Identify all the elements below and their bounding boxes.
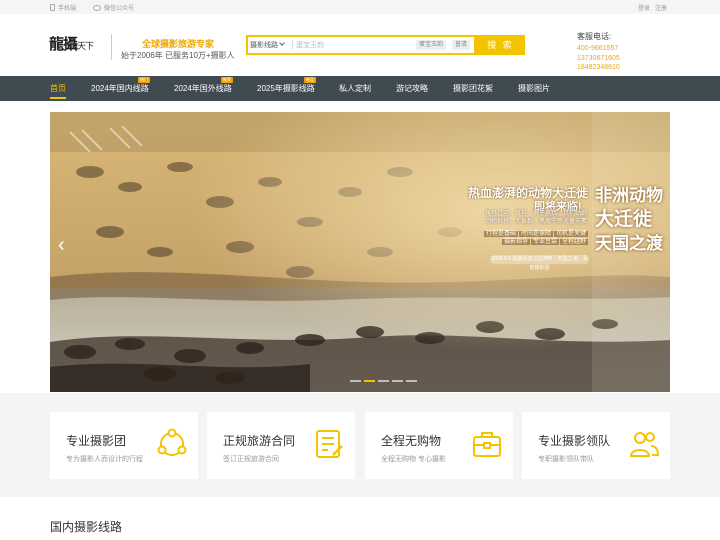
nav-item-highlights[interactable]: 摄影团花絮 (453, 76, 493, 101)
feature-card-pro-leader[interactable]: 专业摄影领队 专职摄影领队带队 (522, 412, 670, 479)
feature-card-pro-tour[interactable]: 专业摄影团 专为摄影人而设计的行程 (50, 412, 198, 479)
nav-badge: 推荐 (221, 77, 233, 83)
slogan: 全球摄影旅游专家 (142, 39, 215, 49)
banner-tag: 时间是保障 (518, 231, 553, 237)
login-link[interactable]: 登录 (638, 3, 650, 12)
wechat-icon (93, 4, 101, 11)
register-link[interactable]: 注册 (655, 3, 667, 12)
banner-tag: 全程越野 (559, 239, 588, 245)
service-phones: 客服电话: 400-9661557 13730671605 1848234861… (577, 31, 620, 73)
nav-item-custom[interactable]: 私人定制 (339, 76, 371, 101)
features-section: 专业摄影团 专为摄影人而设计的行程 正规旅游合同 签订正规旅游合同 全程无购物 … (0, 393, 720, 497)
nav-item-routes-2025[interactable]: 2025年摄影线路 新品 (257, 76, 316, 101)
contract-icon (316, 430, 343, 458)
banner-dot[interactable] (406, 380, 417, 382)
search-box: 摄影线路 蛋宝玉韵 普清 (246, 35, 476, 55)
banner-tag: 摄影指导 (501, 239, 530, 245)
chevron-down-icon (279, 40, 285, 46)
phone-number[interactable]: 13730671605 (577, 54, 620, 64)
share-circle-icon (157, 428, 187, 456)
nav-badge: 新品 (304, 77, 316, 83)
since-text: 始于2006年 已服务10万+摄影人 (121, 51, 235, 60)
feature-title: 专业摄影团 (66, 434, 127, 448)
nav-item-photos[interactable]: 摄影图片 (518, 76, 550, 101)
hero-banner[interactable]: 热血澎湃的动物大迁徙 即将来临! 角马过河、斑马、狮子捕猎、猎豹姑娘 动物群移、… (50, 112, 670, 392)
search-category-select[interactable]: 摄影线路 (250, 40, 285, 50)
search-button[interactable]: 搜 索 (476, 35, 525, 55)
logo-divider (111, 34, 112, 60)
feature-title: 正规旅游合同 (223, 434, 296, 448)
feature-desc: 专职摄影领队带队 (538, 456, 594, 463)
banner-prev-arrow[interactable]: ‹ (58, 234, 65, 257)
site-logo[interactable]: 龍攝天下 (49, 33, 94, 54)
mobile-link[interactable]: 手机端 (50, 3, 76, 12)
nav-badge: 热门 (138, 77, 150, 83)
search-input[interactable] (296, 39, 406, 51)
feature-title: 专业摄影领队 (538, 434, 611, 448)
phone-number[interactable]: 400-9661557 (577, 44, 620, 54)
feature-desc: 全程无购物 专心摄影 (381, 456, 446, 463)
banner-pagination (350, 380, 417, 382)
feature-desc: 签订正规旅游合同 (223, 456, 279, 463)
nav-item-overseas-2024[interactable]: 2024年国外线路 推荐 (174, 76, 233, 101)
banner-dot[interactable] (350, 380, 361, 382)
banner-dot[interactable] (364, 380, 375, 382)
feature-desc: 专为摄影人而设计的行程 (66, 456, 143, 463)
nav-item-domestic-2024[interactable]: 2024年国内线路 热门 (91, 76, 150, 101)
feature-title: 全程无购物 (381, 434, 442, 448)
banner-dot[interactable] (392, 380, 403, 382)
top-utility-bar: 手机端 微信公众号 登录 注册 (0, 0, 720, 14)
briefcase-icon (473, 432, 501, 457)
wechat-link[interactable]: 微信公众号 (93, 3, 134, 12)
main-nav: 首页 2024年国内线路 热门 2024年国外线路 推荐 2025年摄影线路 新… (0, 76, 720, 101)
hot-search-tag[interactable]: 蛋宝玉韵 (416, 40, 447, 50)
banner-stamp: 2024.9.5 坦桑尼亚马拉河畔「天国之渡」深度摄影团 (490, 255, 589, 271)
banner-dot[interactable] (378, 380, 389, 382)
banner-tag: 专业豆袋 (530, 239, 559, 245)
nav-item-travelogue[interactable]: 游记攻略 (396, 76, 428, 101)
nav-item-home[interactable]: 首页 (50, 76, 66, 101)
banner-tags: 行程是基础 时间是保障 司机是关键 摄影指导 专业豆袋 全程越野 (463, 230, 588, 246)
banner-tag: 司机是关键 (553, 231, 588, 237)
hot-search-tag[interactable]: 普清 (452, 40, 471, 50)
banner-photo (50, 112, 670, 392)
banner-tag: 行程是基础 (483, 231, 518, 237)
people-icon (629, 432, 660, 457)
mobile-icon (50, 4, 55, 11)
section-title: 国内摄影线路 (50, 520, 123, 534)
banner-description: 角马过河、斑马、狮子捕猎、猎豹姑娘 动物群移、大象群、黑犀牛等海量元素 (484, 211, 587, 225)
feature-card-contract[interactable]: 正规旅游合同 签订正规旅游合同 (207, 412, 355, 479)
phone-number[interactable]: 18482348610 (577, 63, 620, 73)
search-separator (292, 40, 293, 50)
banner-title: 非洲动物 大迁徙 天国之渡 (595, 186, 663, 253)
service-label: 客服电话: (577, 32, 612, 41)
feature-card-no-shopping[interactable]: 全程无购物 全程无购物 专心摄影 (365, 412, 513, 479)
